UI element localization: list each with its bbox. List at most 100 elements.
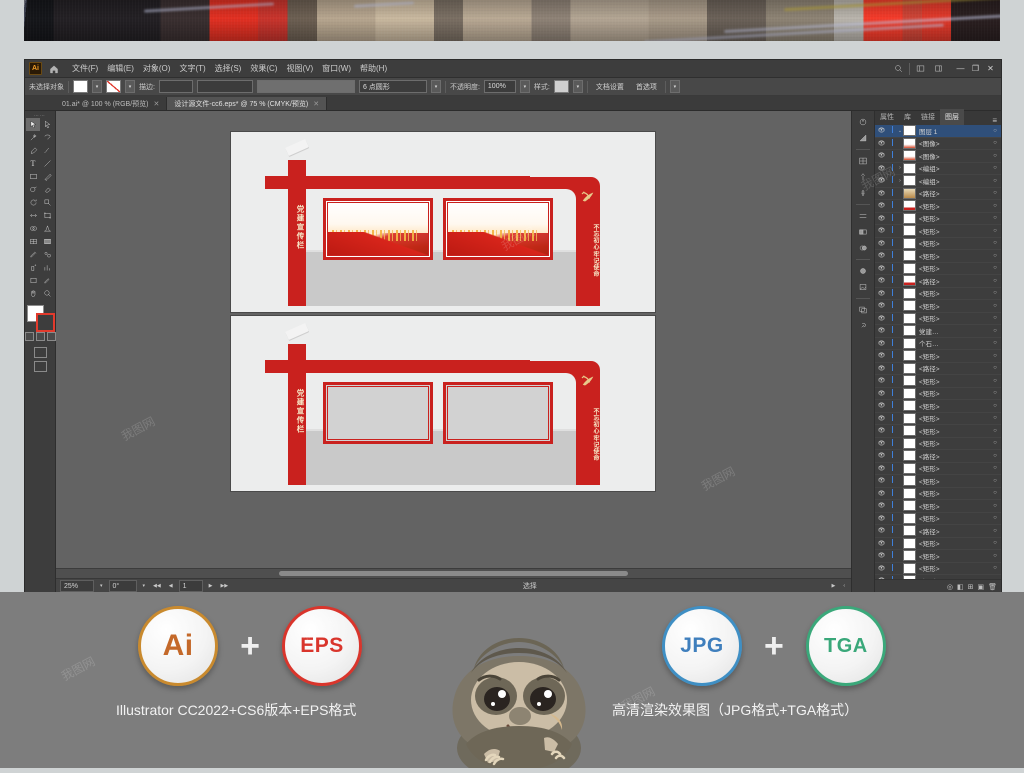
- board-panel-left[interactable]: [323, 382, 433, 444]
- eye-icon[interactable]: 👁: [875, 315, 888, 322]
- links-panel-icon[interactable]: [855, 319, 871, 333]
- target-indicator-icon[interactable]: ○: [989, 353, 1001, 359]
- board-panel-right[interactable]: [443, 198, 553, 260]
- rotate-tool[interactable]: [26, 196, 40, 209]
- target-indicator-icon[interactable]: ○: [989, 478, 1001, 484]
- eye-icon[interactable]: 👁: [875, 527, 888, 534]
- layer-row[interactable]: 👁 <矩形> ○: [875, 225, 1001, 238]
- layer-row[interactable]: 👁 <矩形> ○: [875, 500, 1001, 513]
- lock-icon[interactable]: [888, 188, 897, 198]
- align-panel-icon[interactable]: [855, 209, 871, 223]
- eye-icon[interactable]: 👁: [875, 327, 888, 334]
- transparency-panel-icon[interactable]: [855, 241, 871, 255]
- lock-icon[interactable]: [888, 288, 897, 298]
- canvas[interactable]: 党建宣传栏 不忘初心 牢记使命 党建宣传栏 不忘初心 牢记使命: [56, 111, 851, 568]
- rectangle-tool[interactable]: [26, 170, 40, 183]
- paintbrush-tool[interactable]: [40, 170, 54, 183]
- target-indicator-icon[interactable]: ○: [989, 340, 1001, 346]
- eye-icon[interactable]: 👁: [875, 515, 888, 522]
- target-indicator-icon[interactable]: ○: [989, 215, 1001, 221]
- color-panel-icon[interactable]: [855, 115, 871, 129]
- eye-icon[interactable]: 👁: [875, 252, 888, 259]
- shape-builder-tool[interactable]: [26, 222, 40, 235]
- target-indicator-icon[interactable]: ○: [989, 428, 1001, 434]
- close-button[interactable]: ✕: [984, 63, 997, 75]
- symbol-sprayer-tool[interactable]: [26, 261, 40, 274]
- target-indicator-icon[interactable]: ○: [989, 515, 1001, 521]
- arrange-documents-icon[interactable]: [913, 62, 928, 75]
- target-indicator-icon[interactable]: ○: [989, 415, 1001, 421]
- fill-swatch[interactable]: [73, 80, 88, 93]
- eye-icon[interactable]: 👁: [875, 540, 888, 547]
- lock-icon[interactable]: [888, 201, 897, 210]
- pen-tool[interactable]: [26, 144, 40, 157]
- workspace-switcher-icon[interactable]: [931, 62, 946, 75]
- eye-icon[interactable]: 👁: [875, 427, 888, 434]
- type-tool[interactable]: T: [26, 157, 40, 170]
- lock-icon[interactable]: [888, 501, 897, 510]
- lock-icon[interactable]: [888, 551, 897, 560]
- lock-icon[interactable]: [888, 251, 897, 260]
- color-button[interactable]: [24, 332, 34, 341]
- lock-icon[interactable]: [888, 138, 897, 148]
- layer-row[interactable]: 👁 <矩形> ○: [875, 200, 1001, 213]
- layer-row[interactable]: 👁 ⌄ 图层 1 ○: [875, 125, 1001, 138]
- screen-mode-button[interactable]: [33, 361, 47, 372]
- eye-icon[interactable]: 👁: [875, 202, 888, 209]
- target-indicator-icon[interactable]: ○: [989, 365, 1001, 371]
- status-menu-icon[interactable]: ▶: [829, 583, 837, 589]
- layers-list[interactable]: 👁 ⌄ 图层 1 ○ 👁 <图像> ○ 👁 <图像> ○ 👁 › <编组> ○ 👁 › <编组> ○ 👁 <路径> ○ 👁…: [875, 125, 1001, 579]
- gradient-tool[interactable]: [40, 235, 54, 248]
- layer-row[interactable]: 👁 <矩形> ○: [875, 475, 1001, 488]
- lock-icon[interactable]: [888, 563, 897, 573]
- layer-row[interactable]: 👁 <矩形> ○: [875, 212, 1001, 225]
- lock-icon[interactable]: [888, 313, 897, 323]
- target-indicator-icon[interactable]: ○: [989, 315, 1001, 321]
- eye-icon[interactable]: 👁: [875, 140, 888, 147]
- target-indicator-icon[interactable]: ○: [989, 503, 1001, 509]
- lock-icon[interactable]: [888, 438, 897, 448]
- eye-icon[interactable]: 👁: [875, 390, 888, 397]
- eye-icon[interactable]: 👁: [875, 490, 888, 497]
- layer-row[interactable]: 👁 个石… ○: [875, 337, 1001, 350]
- column-graph-tool[interactable]: [40, 261, 54, 274]
- eye-icon[interactable]: 👁: [875, 165, 888, 172]
- blend-tool[interactable]: [40, 248, 54, 261]
- zoom-level-input[interactable]: 25%: [60, 580, 94, 592]
- layer-row[interactable]: 👁 <矩形> ○: [875, 437, 1001, 450]
- prev-artboard-icon[interactable]: ◀: [167, 583, 175, 589]
- artboard-number-input[interactable]: 1: [178, 580, 203, 592]
- hand-tool[interactable]: [26, 287, 40, 300]
- layer-row[interactable]: 👁 <矩形> ○: [875, 550, 1001, 563]
- menu-file[interactable]: 文件(F): [68, 62, 102, 75]
- target-indicator-icon[interactable]: ○: [989, 528, 1001, 534]
- eye-icon[interactable]: 👁: [875, 365, 888, 372]
- target-indicator-icon[interactable]: ○: [989, 390, 1001, 396]
- home-icon[interactable]: [47, 62, 60, 75]
- target-indicator-icon[interactable]: ○: [989, 565, 1001, 571]
- layer-row[interactable]: 👁 <路径> ○: [875, 187, 1001, 200]
- eye-icon[interactable]: 👁: [875, 377, 888, 384]
- new-layer-icon[interactable]: ▣: [977, 583, 984, 591]
- eye-icon[interactable]: 👁: [875, 302, 888, 309]
- curvature-tool[interactable]: [40, 144, 54, 157]
- eye-icon[interactable]: 👁: [875, 565, 888, 572]
- lock-icon[interactable]: [888, 226, 897, 235]
- eye-icon[interactable]: 👁: [875, 290, 888, 297]
- zoom-tool[interactable]: [40, 287, 54, 300]
- lock-icon[interactable]: [888, 238, 897, 248]
- lock-icon[interactable]: [888, 338, 897, 348]
- align-dropdown-icon[interactable]: ▾: [669, 80, 680, 93]
- layer-row[interactable]: 👁 <矩形> ○: [875, 412, 1001, 425]
- target-indicator-icon[interactable]: ○: [989, 378, 1001, 384]
- layer-row[interactable]: 👁 <矩形> ○: [875, 537, 1001, 550]
- menu-type[interactable]: 文字(T): [175, 62, 209, 75]
- stroke-profile-dropdown-icon[interactable]: ▾: [430, 80, 441, 93]
- fill-dropdown-icon[interactable]: ▾: [92, 80, 102, 93]
- target-indicator-icon[interactable]: ○: [989, 490, 1001, 496]
- target-indicator-icon[interactable]: ○: [989, 203, 1001, 209]
- layer-row[interactable]: 👁 <路径> ○: [875, 275, 1001, 288]
- document-tab-01[interactable]: 01.ai* @ 100 % (RGB/预览) ✕: [55, 97, 168, 110]
- target-indicator-icon[interactable]: ○: [989, 165, 1001, 171]
- stroke-profile-display[interactable]: 6 点圆形: [358, 80, 427, 93]
